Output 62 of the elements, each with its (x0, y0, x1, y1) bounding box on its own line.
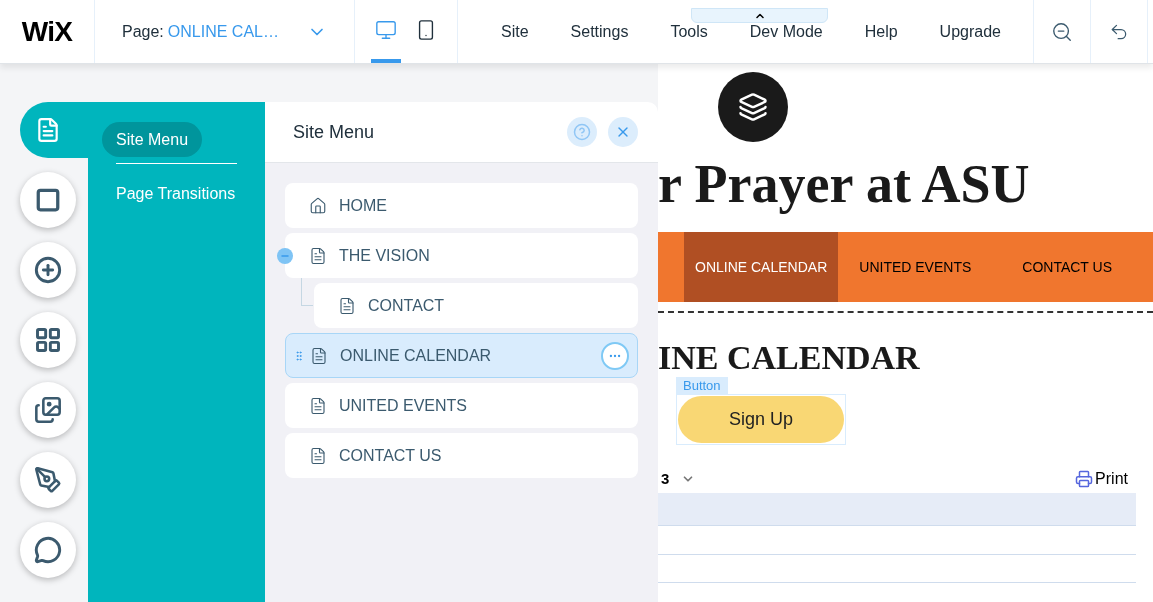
site-nav-link[interactable]: CONTACT US (1011, 232, 1123, 302)
desktop-icon (375, 18, 397, 41)
page-selector[interactable]: Page: ONLINE CAL… (95, 0, 355, 63)
page-icon (309, 246, 327, 265)
tree-connector-line (301, 278, 313, 306)
menu-item[interactable]: Settings (570, 19, 629, 44)
help-button[interactable] (567, 117, 597, 147)
page-heading: INE CALENDAR (658, 339, 921, 377)
tool-rail-button[interactable] (20, 242, 76, 298)
category-item[interactable]: Site Menu (102, 122, 203, 157)
page-item[interactable]: CONTACT (314, 283, 638, 328)
page-icon (309, 396, 327, 415)
page-icon (338, 296, 356, 315)
tool-rail-button[interactable] (20, 452, 76, 508)
square-icon (35, 187, 61, 213)
pen-icon (34, 466, 62, 494)
menu-item[interactable]: Site (501, 19, 529, 44)
printer-icon (1075, 470, 1094, 488)
panel-title: Site Menu (293, 120, 375, 144)
sign-up-button[interactable]: Sign Up (678, 396, 844, 443)
page-selector-value: ONLINE CAL… (167, 21, 279, 42)
site-nav-link[interactable]: ONLINE CALENDAR (684, 232, 839, 302)
page-item[interactable]: ONLINE CALENDAR (285, 333, 638, 378)
menu-item[interactable]: Tools (670, 19, 708, 44)
drag-handle-icon[interactable] (293, 349, 305, 362)
page-icon (310, 346, 328, 365)
media-icon (34, 396, 62, 424)
page-icon (309, 446, 327, 465)
page-label: CONTACT (368, 295, 445, 316)
page-label: HOME (339, 195, 387, 216)
page-icon (35, 117, 61, 143)
selection-tag: Button (676, 377, 728, 394)
menu-item[interactable]: Help (864, 19, 898, 44)
site-nav-link[interactable]: UNITED EVENTS (848, 232, 983, 302)
zoom-out-icon (1050, 20, 1073, 43)
menu-item[interactable]: Upgrade (939, 19, 1001, 44)
page-selector-label: Page: (122, 21, 164, 42)
page-item[interactable]: CONTACT US (285, 433, 638, 478)
apps-icon (34, 326, 62, 354)
logo[interactable]: WiX (21, 10, 73, 53)
tool-rail-button[interactable] (20, 172, 76, 228)
tool-rail-button[interactable] (20, 382, 76, 438)
month-label: 3 (661, 468, 670, 489)
home-icon (309, 196, 327, 215)
page-item[interactable]: THE VISION (285, 233, 638, 278)
print-link[interactable]: Print (1075, 467, 1128, 491)
page-label: CONTACT US (339, 445, 442, 466)
page-item[interactable]: UNITED EVENTS (285, 383, 638, 428)
more-button[interactable] (601, 341, 629, 370)
chat-icon (34, 536, 62, 564)
page-item[interactable]: HOME (285, 183, 638, 228)
collapse-toggle[interactable] (277, 248, 293, 264)
page-label: ONLINE CALENDAR (340, 345, 492, 366)
close-button[interactable] (608, 117, 638, 147)
tool-rail-button[interactable] (20, 522, 76, 578)
page-label: UNITED EVENTS (339, 395, 467, 416)
add-icon (34, 256, 62, 284)
site-title: r Prayer at ASU (658, 153, 1031, 216)
tool-rail-button[interactable] (20, 312, 76, 368)
menu-item[interactable]: Dev Mode (749, 19, 823, 44)
page-label: THE VISION (339, 245, 430, 266)
help-icon (573, 123, 591, 141)
